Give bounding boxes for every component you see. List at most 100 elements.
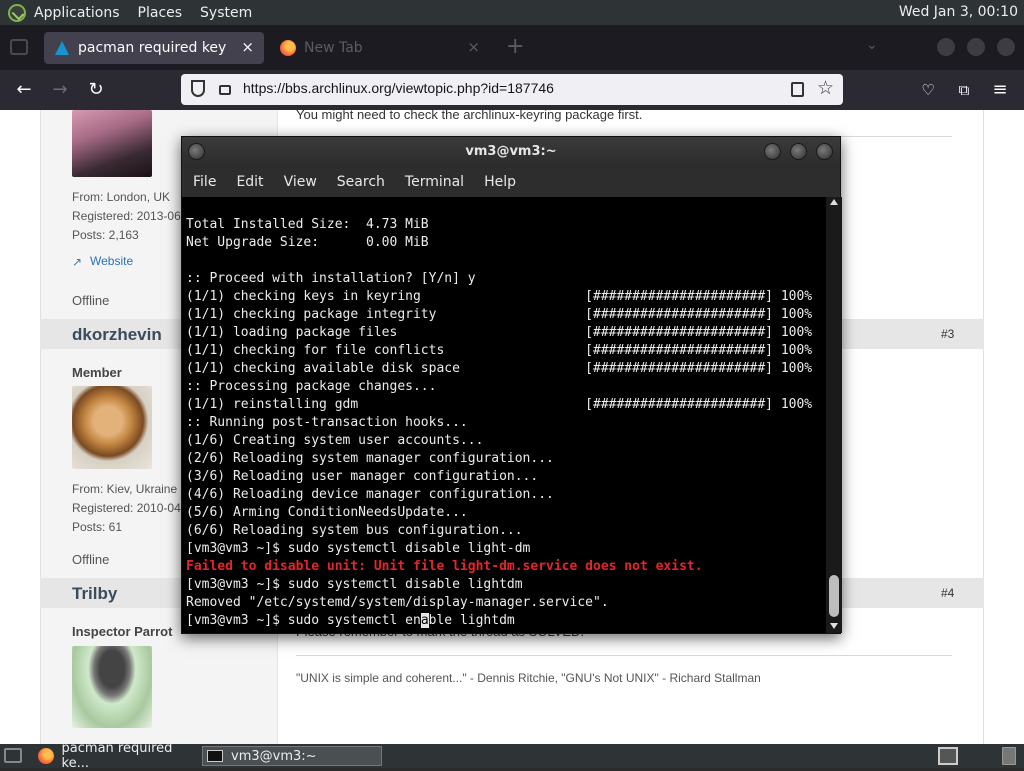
terminal-line: Removed "/etc/systemd/system/display-man… xyxy=(186,595,609,610)
terminal-line: (3/6) Reloading user manager configurati… xyxy=(186,469,539,484)
terminal-line: (6/6) Reloading system bus configuration… xyxy=(186,523,523,538)
applications-menu[interactable]: Applications xyxy=(34,5,120,21)
archlinux-favicon-icon xyxy=(54,40,70,56)
workspace-switcher-icon[interactable] xyxy=(938,747,958,765)
terminal-line: (5/6) Arming ConditionNeedsUpdate... xyxy=(186,505,468,520)
places-menu[interactable]: Places xyxy=(138,5,183,21)
post-number-link[interactable]: #4 xyxy=(941,586,954,600)
text-cursor: a xyxy=(420,613,429,628)
minimize-button[interactable] xyxy=(764,143,781,160)
user-signature: "UNIX is simple and coherent..." - Denni… xyxy=(296,671,761,685)
scroll-down-arrow-icon[interactable] xyxy=(830,623,838,629)
user-website-link[interactable]: Website xyxy=(90,254,133,268)
url-bar[interactable]: https://bbs.archlinux.org/viewtopic.php?… xyxy=(181,74,843,105)
maximize-window-button[interactable] xyxy=(966,37,986,57)
terminal-line: (1/1) loading package files [###########… xyxy=(186,325,813,340)
tab-title: New Tab xyxy=(304,40,363,56)
terminal-title: vm3@vm3:~ xyxy=(465,144,557,159)
post-username[interactable]: Trilby xyxy=(72,584,117,604)
terminal-line: (1/1) reinstalling gdm [################… xyxy=(186,397,813,412)
taskbar-item-firefox[interactable]: pacman required ke... xyxy=(34,741,200,771)
terminal-line: :: Proceed with installation? [Y/n] y xyxy=(186,271,476,286)
reload-icon[interactable]: ↻ xyxy=(84,78,108,102)
extensions-icon[interactable]: ⧉ xyxy=(952,78,976,102)
app-menu-icon[interactable]: ≡ xyxy=(988,78,1012,102)
lock-icon[interactable] xyxy=(219,85,231,95)
pocket-icon[interactable]: ♡ xyxy=(916,78,940,102)
external-link-icon: ↗ xyxy=(72,255,83,269)
terminal-line: [vm3@vm3 ~]$ sudo systemctl disable ligh… xyxy=(186,541,531,556)
firefox-favicon-icon xyxy=(280,40,296,56)
close-tab-icon[interactable]: × xyxy=(241,38,254,56)
menu-help[interactable]: Help xyxy=(484,174,516,190)
user-location: From: London, UK xyxy=(72,190,171,204)
terminal-line: (1/1) checking keys in keyring [########… xyxy=(186,289,813,304)
terminal-line: (1/1) checking available disk space [###… xyxy=(186,361,813,376)
show-desktop-icon[interactable] xyxy=(4,748,22,763)
list-tabs-icon[interactable]: ⌄ xyxy=(866,37,878,53)
trash-icon[interactable] xyxy=(1002,747,1016,765)
menu-terminal[interactable]: Terminal xyxy=(405,174,464,190)
menu-view[interactable]: View xyxy=(284,174,317,190)
menu-edit[interactable]: Edit xyxy=(236,174,263,190)
tab-new-tab[interactable]: New Tab × xyxy=(270,32,490,64)
close-tab-icon[interactable]: × xyxy=(467,38,480,56)
user-post-count: Posts: 2,163 xyxy=(72,228,139,242)
terminal-line: (2/6) Reloading system manager configura… xyxy=(186,451,554,466)
user-registered: Registered: 2010-04 xyxy=(72,501,181,515)
terminal-line: (4/6) Reloading device manager configura… xyxy=(186,487,554,502)
close-window-button[interactable] xyxy=(996,37,1016,57)
reader-view-icon[interactable] xyxy=(791,82,804,97)
close-button[interactable] xyxy=(816,143,833,160)
clock[interactable]: Wed Jan 3, 00:10 xyxy=(899,4,1018,20)
prompt-text: [vm3@vm3 ~]$ sudo systemctl en xyxy=(186,613,421,628)
menu-file[interactable]: File xyxy=(193,174,216,190)
user-registered: Registered: 2013-06 xyxy=(72,209,181,223)
prompt-text: ble lightdm xyxy=(428,613,515,628)
post-number-link[interactable]: #3 xyxy=(941,327,954,341)
terminal-prompt-line[interactable]: [vm3@vm3 ~]$ sudo systemctl enable light… xyxy=(186,612,812,630)
terminal-line: (1/1) checking for file conflicts [#####… xyxy=(186,343,813,358)
tab-pacman[interactable]: pacman required key missin × xyxy=(44,32,264,64)
terminal-line: :: Processing package changes... xyxy=(186,379,437,394)
terminal-icon xyxy=(207,750,223,762)
user-online-status: Offline xyxy=(72,552,110,567)
top-panel: Applications Places System Wed Jan 3, 00… xyxy=(0,0,1024,25)
post-body-text: You might need to check the archlinux-ke… xyxy=(296,110,643,122)
terminal-error-line: Failed to disable unit: Unit file light-… xyxy=(186,559,703,574)
terminal-line: (1/6) Creating system user accounts... xyxy=(186,433,484,448)
user-online-status: Offline xyxy=(72,293,110,308)
user-post-count: Posts: 61 xyxy=(72,520,123,534)
post-username[interactable]: dkorzhevin xyxy=(72,325,162,345)
system-menu[interactable]: System xyxy=(200,5,252,21)
user-role: Member xyxy=(72,365,122,380)
terminal-window[interactable]: vm3@vm3:~ File Edit View Search Terminal… xyxy=(181,136,842,634)
tab-overview-icon[interactable] xyxy=(10,39,28,55)
url-text[interactable]: https://bbs.archlinux.org/viewtopic.php?… xyxy=(243,80,554,96)
user-avatar xyxy=(72,646,152,728)
bookmark-star-icon[interactable]: ☆ xyxy=(817,77,834,99)
taskbar-item-label: pacman required ke... xyxy=(61,741,173,771)
taskbar-item-terminal[interactable]: vm3@vm3:~ xyxy=(202,746,382,766)
new-tab-button[interactable]: + xyxy=(506,34,524,59)
browser-tab-bar: pacman required key missin × New Tab × +… xyxy=(0,25,1024,70)
terminal-line: Total Installed Size: 4.73 MiB xyxy=(186,217,429,232)
window-menu-button[interactable] xyxy=(188,143,205,160)
terminal-scrollbar[interactable] xyxy=(826,197,842,633)
terminal-title-bar[interactable]: vm3@vm3:~ xyxy=(182,137,840,167)
scrollbar-thumb[interactable] xyxy=(829,575,839,617)
forward-arrow-icon[interactable]: → xyxy=(48,78,72,102)
menu-search[interactable]: Search xyxy=(337,174,385,190)
tracking-shield-icon[interactable] xyxy=(191,80,205,97)
firefox-icon xyxy=(38,748,54,764)
distro-logo-icon[interactable] xyxy=(8,3,26,22)
maximize-button[interactable] xyxy=(790,143,807,160)
scroll-up-arrow-icon[interactable] xyxy=(830,199,838,205)
terminal-output[interactable]: Total Installed Size: 4.73 MiB Net Upgrad… xyxy=(182,197,826,633)
terminal-text: Total Installed Size: 4.73 MiB Net Upgrad… xyxy=(186,216,812,630)
back-arrow-icon[interactable]: ← xyxy=(12,78,36,102)
terminal-line: Net Upgrade Size: 0.00 MiB xyxy=(186,235,429,250)
tab-title: pacman required key missin xyxy=(78,40,228,56)
minimize-window-button[interactable] xyxy=(936,37,956,57)
